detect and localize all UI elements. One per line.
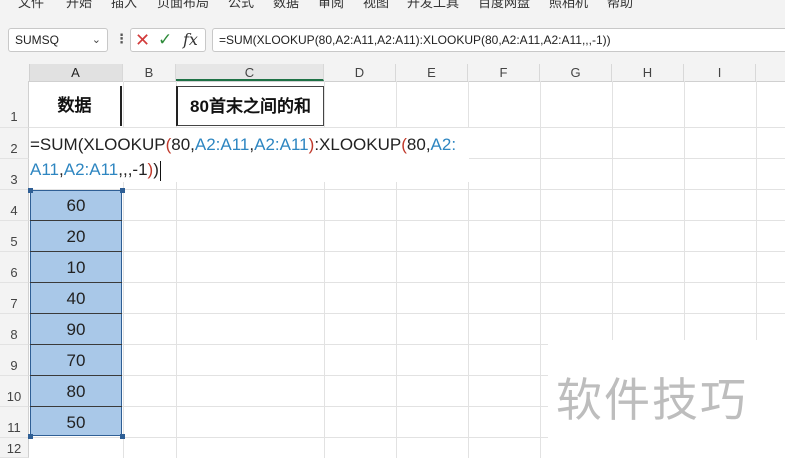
confirm-icon[interactable]: ✓ bbox=[158, 30, 172, 50]
row-header-10[interactable]: 10 bbox=[0, 376, 29, 407]
cell-a1[interactable]: 数据 bbox=[29, 86, 122, 126]
formula-buttons: ✕ ✓ fx bbox=[130, 28, 206, 52]
cell-border bbox=[30, 344, 122, 345]
row-header-4[interactable]: 4 bbox=[0, 190, 29, 221]
formula-token: 80, bbox=[406, 135, 431, 154]
gridline bbox=[29, 251, 785, 252]
column-header-g[interactable]: G bbox=[540, 64, 612, 81]
row-header-3[interactable]: 3 bbox=[0, 159, 29, 190]
more-options-icon[interactable]: ⋮ bbox=[115, 31, 128, 47]
column-header-d[interactable]: D bbox=[324, 64, 396, 81]
column-header-f[interactable]: F bbox=[468, 64, 540, 81]
column-header-i[interactable]: I bbox=[684, 64, 756, 81]
range-handle[interactable] bbox=[28, 434, 33, 439]
column-header-b[interactable]: B bbox=[123, 64, 176, 81]
column-header-c[interactable]: C bbox=[176, 64, 324, 81]
gridline bbox=[29, 220, 785, 221]
row-header-7[interactable]: 7 bbox=[0, 283, 29, 314]
cell-border bbox=[30, 282, 122, 283]
name-box-value: SUMSQ bbox=[15, 33, 60, 47]
formula-token: ,,,-1 bbox=[118, 160, 148, 179]
menu-bar: 文件 开始 插入 页面布局 公式 数据 审阅 视图 开发工具 百度网盘 照相机 … bbox=[0, 0, 785, 14]
formula-token: A2:A11 bbox=[194, 135, 250, 154]
row-header-9[interactable]: 9 bbox=[0, 345, 29, 376]
edit-line-1: =SUM(XLOOKUP(80,A2:A11,A2:A11):XLOOKUP(8… bbox=[30, 132, 469, 157]
formula-token: 80, bbox=[171, 135, 195, 154]
menu-camera[interactable]: 照相机 bbox=[549, 0, 588, 12]
formula-token: A11 bbox=[30, 160, 59, 179]
cell-a11[interactable]: 50 bbox=[30, 413, 122, 433]
menu-file[interactable]: 文件 bbox=[18, 0, 44, 12]
formula-token: A2:A11 bbox=[63, 160, 119, 179]
formula-token: A2:A11 bbox=[254, 135, 309, 154]
range-handle[interactable] bbox=[28, 188, 33, 193]
cell-edit-box[interactable]: =SUM(XLOOKUP(80,A2:A11,A2:A11):XLOOKUP(8… bbox=[29, 128, 469, 182]
formula-input[interactable]: =SUM(XLOOKUP(80,A2:A11,A2:A11):XLOOKUP(8… bbox=[212, 28, 785, 52]
menu-developer[interactable]: 开发工具 bbox=[407, 0, 459, 12]
gridline bbox=[540, 81, 541, 458]
cell-a6[interactable]: 10 bbox=[30, 258, 122, 278]
formula-token: A2: bbox=[430, 135, 457, 154]
watermark-text: 软件技巧 bbox=[556, 374, 748, 426]
cell-border bbox=[30, 220, 122, 221]
text-caret bbox=[159, 160, 161, 181]
menu-review[interactable]: 审阅 bbox=[318, 0, 344, 12]
column-headers: A B C D E F G H I bbox=[0, 64, 785, 82]
row-header-11[interactable]: 11 bbox=[0, 407, 29, 438]
gridline bbox=[29, 189, 785, 190]
name-box[interactable]: SUMSQ ⌄ bbox=[8, 28, 108, 52]
cell-border bbox=[30, 406, 122, 407]
column-header-a[interactable]: A bbox=[29, 64, 123, 81]
row-header-1[interactable]: 1 bbox=[0, 81, 29, 128]
row-header-8[interactable]: 8 bbox=[0, 314, 29, 345]
column-header-e[interactable]: E bbox=[396, 64, 468, 81]
cell-a8[interactable]: 90 bbox=[30, 320, 122, 340]
menu-view[interactable]: 视图 bbox=[363, 0, 389, 12]
cell-a9[interactable]: 70 bbox=[30, 351, 122, 371]
row-header-12[interactable]: 12 bbox=[0, 438, 29, 458]
menu-page-layout[interactable]: 页面布局 bbox=[157, 0, 209, 12]
formula-bar-area: SUMSQ ⌄ ⋮ ✕ ✓ fx =SUM(XLOOKUP(80,A2:A11,… bbox=[0, 14, 785, 64]
row-header-2[interactable]: 2 bbox=[0, 128, 29, 159]
menu-formulas[interactable]: 公式 bbox=[228, 0, 254, 12]
edit-line-2: A11,A2:A11,,,-1)) bbox=[30, 157, 469, 182]
cell-c1[interactable]: 80首末之间的和 bbox=[176, 86, 324, 126]
insert-function-icon[interactable]: fx bbox=[183, 30, 198, 50]
chevron-down-icon[interactable]: ⌄ bbox=[92, 29, 101, 51]
formula-token: ) bbox=[153, 160, 159, 179]
cancel-icon[interactable]: ✕ bbox=[135, 30, 150, 50]
cell-a10[interactable]: 80 bbox=[30, 382, 122, 402]
row-header-6[interactable]: 6 bbox=[0, 252, 29, 283]
cell-a4[interactable]: 60 bbox=[30, 196, 122, 216]
formula-token: :XLOOKUP bbox=[314, 135, 402, 154]
row-header-5[interactable]: 5 bbox=[0, 221, 29, 252]
fill-handle[interactable] bbox=[120, 434, 125, 439]
gridline bbox=[29, 313, 785, 314]
cell-border bbox=[30, 313, 122, 314]
watermark: 软件技巧 bbox=[548, 340, 785, 458]
range-handle[interactable] bbox=[120, 188, 125, 193]
cell-border bbox=[30, 375, 122, 376]
cell-a5[interactable]: 20 bbox=[30, 227, 122, 247]
menu-insert[interactable]: 插入 bbox=[111, 0, 137, 12]
gridline bbox=[29, 282, 785, 283]
menu-help[interactable]: 帮助 bbox=[607, 0, 633, 12]
menu-home[interactable]: 开始 bbox=[66, 0, 92, 12]
menu-baidu-netdisk[interactable]: 百度网盘 bbox=[478, 0, 530, 12]
formula-token: =SUM(XLOOKUP bbox=[30, 135, 166, 154]
select-all-corner[interactable] bbox=[0, 64, 30, 81]
column-header-h[interactable]: H bbox=[612, 64, 684, 81]
cell-border bbox=[30, 251, 122, 252]
cell-a7[interactable]: 40 bbox=[30, 289, 122, 309]
menu-data[interactable]: 数据 bbox=[273, 0, 299, 12]
